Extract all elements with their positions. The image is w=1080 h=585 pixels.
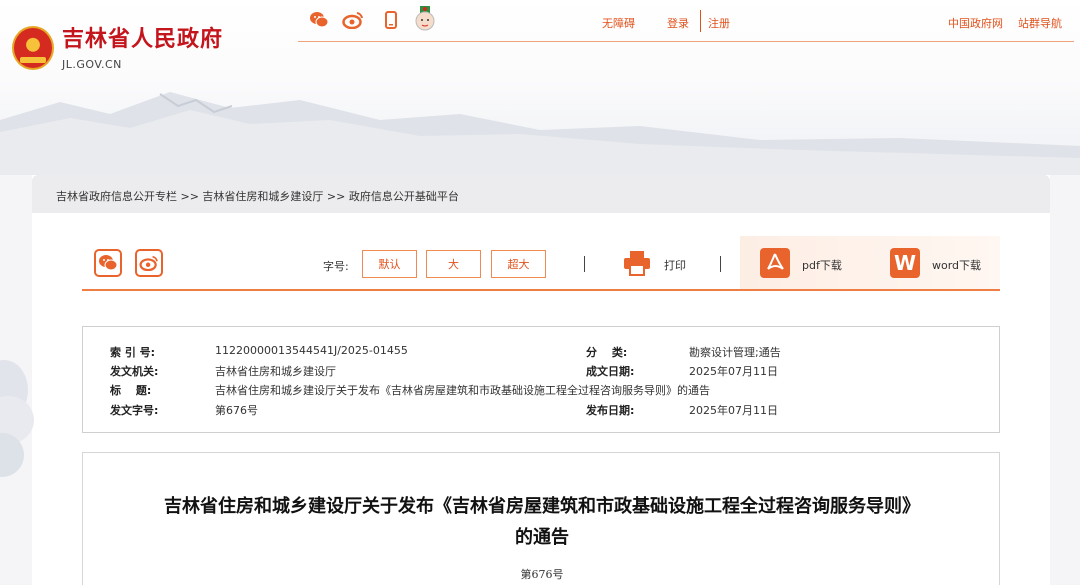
breadcrumb-bar: 吉林省政府信息公开专栏 >> 吉林省住房和城乡建设厅 >> 政府信息公开基础平台 xyxy=(32,175,1050,213)
word-icon[interactable]: W xyxy=(890,248,920,278)
pdf-icon[interactable] xyxy=(760,248,790,278)
national-emblem-icon xyxy=(12,26,54,70)
wechat-icon[interactable] xyxy=(308,10,330,30)
toolbar-divider xyxy=(584,256,585,272)
meta-row: 索 引 号: 11220000013544541J/2025-01455 分 类… xyxy=(83,344,999,364)
article-doc-number: 第676号 xyxy=(520,568,564,581)
article-title: 吉林省住房和城乡建设厅关于发布《吉林省房屋建筑和市政基础设施工程全过程咨询服务导… xyxy=(93,491,991,553)
mountain-banner xyxy=(0,92,1080,175)
site-nav-link[interactable]: 站群导航 xyxy=(1018,15,1062,31)
document-metadata: 索 引 号: 11220000013544541J/2025-01455 分 类… xyxy=(82,326,1000,433)
index-no-label: 索 引 号: xyxy=(110,346,156,359)
gov-cn-link[interactable]: 中国政府网 xyxy=(948,15,1003,31)
breadcrumb[interactable]: 吉林省政府信息公开专栏 >> 吉林省住房和城乡建设厅 >> 政府信息公开基础平台 xyxy=(56,188,459,204)
share-wechat-button[interactable] xyxy=(94,249,122,277)
content-panel: 吉林省政府信息公开专栏 >> 吉林省住房和城乡建设厅 >> 政府信息公开基础平台… xyxy=(32,175,1050,585)
toolbar-divider xyxy=(720,256,721,272)
published-date-label: 发布日期: xyxy=(586,404,635,417)
logo-title: 吉林省人民政府 xyxy=(62,27,224,52)
cloud-decoration xyxy=(0,360,34,477)
created-date-value: 2025年07月11日 xyxy=(689,365,778,378)
font-size-default-button[interactable]: 默认 xyxy=(362,250,417,278)
weibo-icon[interactable] xyxy=(342,10,364,30)
meta-row: 标 题: 吉林省住房和城乡建设厅关于发布《吉林省房屋建筑和市政基础设施工程全过程… xyxy=(83,382,999,402)
article-title-line: 吉林省住房和城乡建设厅关于发布《吉林省房屋建筑和市政基础设施工程全过程咨询服务导… xyxy=(164,496,920,517)
font-size-label: 字号: xyxy=(323,260,349,273)
issuer-label: 发文机关: xyxy=(110,365,159,378)
register-link[interactable]: 注册 xyxy=(708,15,730,31)
print-icon[interactable] xyxy=(623,250,651,280)
mobile-icon[interactable] xyxy=(380,10,402,30)
top-bar: 无障碍 登录 注册 中国政府网 站群导航 xyxy=(298,0,1074,42)
font-size-xlarge-button[interactable]: 超大 xyxy=(491,250,546,278)
article-toolbar: 字号: 默认 大 超大 打印 pdf下载 W word下载 xyxy=(82,236,1000,291)
article-title-line: 的通告 xyxy=(515,527,569,548)
weibo-icon xyxy=(139,255,158,271)
pdf-download-button[interactable]: pdf下载 xyxy=(802,257,842,273)
share-weibo-button[interactable] xyxy=(135,249,163,277)
font-size-large-button[interactable]: 大 xyxy=(426,250,481,278)
issuer-value: 吉林省住房和城乡建设厅 xyxy=(215,365,336,378)
doc-no-label: 发文字号: xyxy=(110,404,159,417)
wechat-icon xyxy=(99,255,118,271)
title-label: 标 题: xyxy=(110,384,152,397)
download-zone: pdf下载 W word下载 xyxy=(740,236,1000,289)
site-header: 吉林省人民政府 JL.GOV.CN 无障碍 登录 注册 中国政府网 站群导航 xyxy=(0,0,1080,175)
category-value: 勘察设计管理;通告 xyxy=(689,346,781,359)
logo-domain: JL.GOV.CN xyxy=(62,58,122,71)
created-date-label: 成文日期: xyxy=(586,365,635,378)
word-download-button[interactable]: word下载 xyxy=(932,257,981,273)
title-value: 吉林省住房和城乡建设厅关于发布《吉林省房屋建筑和市政基础设施工程全过程咨询服务导… xyxy=(215,384,710,397)
category-label: 分 类: xyxy=(586,346,628,359)
login-link[interactable]: 登录 xyxy=(667,15,689,31)
site-logo[interactable]: 吉林省人民政府 JL.GOV.CN xyxy=(12,26,223,71)
top-divider xyxy=(700,10,701,32)
published-date-value: 2025年07月11日 xyxy=(689,404,778,417)
meta-row: 发文字号: 第676号 发布日期: 2025年07月11日 xyxy=(83,402,999,422)
accessibility-link[interactable]: 无障碍 xyxy=(602,15,635,31)
meta-row: 发文机关: 吉林省住房和城乡建设厅 成文日期: 2025年07月11日 xyxy=(83,363,999,383)
mascot-icon[interactable] xyxy=(414,4,436,34)
doc-no-value: 第676号 xyxy=(215,404,258,417)
print-button[interactable]: 打印 xyxy=(664,257,686,273)
article-body: 吉林省住房和城乡建设厅关于发布《吉林省房屋建筑和市政基础设施工程全过程咨询服务导… xyxy=(82,452,1000,585)
index-no-value: 11220000013544541J/2025-01455 xyxy=(215,344,408,357)
